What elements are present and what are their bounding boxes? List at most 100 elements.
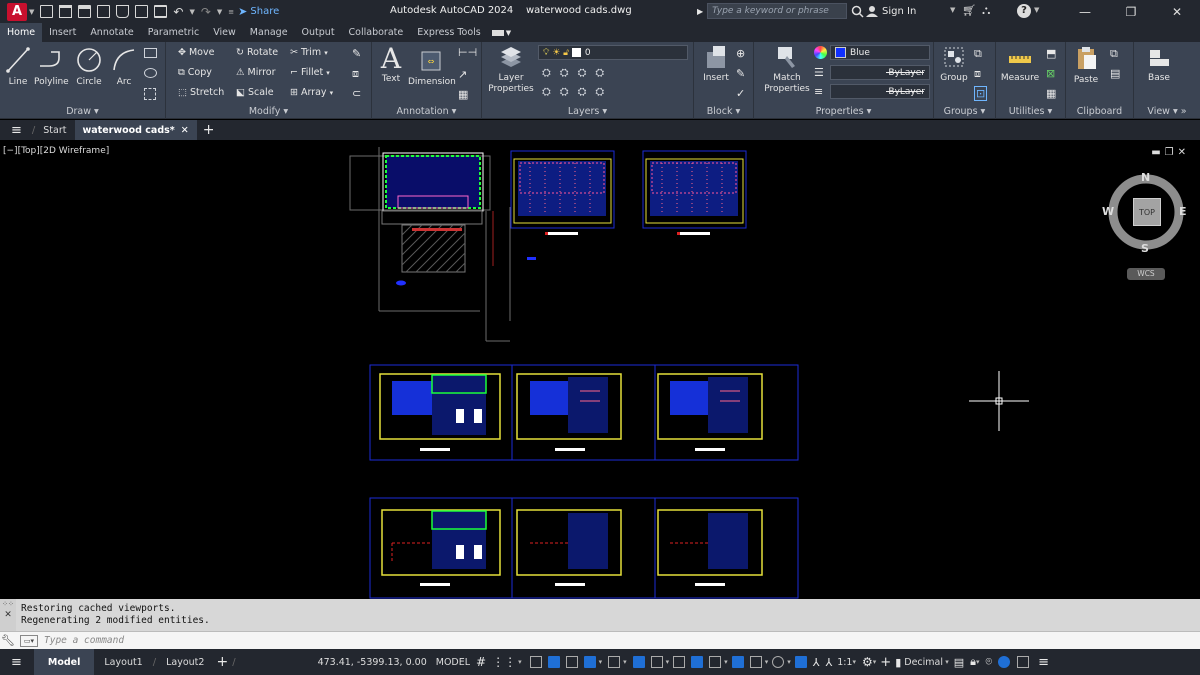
- trim-button[interactable]: ✂ Trim ▾: [290, 47, 328, 58]
- plot-icon[interactable]: [135, 5, 149, 18]
- calculator-icon[interactable]: ▦: [1046, 87, 1056, 100]
- block-panel-title[interactable]: Block ▾: [694, 106, 753, 117]
- tab-parametric[interactable]: Parametric: [141, 23, 206, 42]
- hatch-icon[interactable]: [144, 88, 156, 100]
- workspace-gear-icon[interactable]: ⚙: [862, 655, 873, 669]
- help-icon[interactable]: ?: [1017, 4, 1031, 18]
- command-window-handle[interactable]: ⁘⁘ ✕: [0, 599, 16, 631]
- object-snap-icon[interactable]: [650, 656, 663, 668]
- redo-icon[interactable]: ↷: [201, 5, 211, 19]
- groups-panel-title[interactable]: Groups ▾: [934, 106, 995, 117]
- tab-express-tools[interactable]: Express Tools: [410, 23, 488, 42]
- match-properties-button[interactable]: Match Properties: [760, 44, 814, 95]
- close-icon[interactable]: ✕: [1154, 0, 1200, 23]
- line-button[interactable]: Line: [4, 46, 32, 88]
- paste-button[interactable]: Paste: [1068, 44, 1104, 86]
- lock-ui-caret-icon[interactable]: ▾: [976, 658, 980, 666]
- undo-icon[interactable]: ↶: [173, 5, 183, 19]
- annotation-visibility-icon[interactable]: [794, 656, 807, 668]
- move-button[interactable]: ✥ Move: [178, 47, 214, 58]
- customize-command-icon[interactable]: 🔧︎: [0, 634, 16, 647]
- copy-clip-icon[interactable]: ⧉: [1110, 47, 1118, 61]
- linetype-icon[interactable]: ≡: [814, 85, 823, 98]
- lineweight-dropdown[interactable]: ByLayer: [830, 84, 930, 99]
- undo-caret-icon[interactable]: ▼: [189, 8, 194, 16]
- model-space-toggle[interactable]: MODEL: [433, 649, 473, 675]
- viewcube-top-face[interactable]: TOP: [1133, 198, 1161, 226]
- compass-north[interactable]: N: [1141, 171, 1150, 184]
- annotation-scale-alt-icon[interactable]: ⅄: [825, 656, 832, 669]
- compass-east[interactable]: E: [1179, 205, 1187, 218]
- model-tab[interactable]: Model: [33, 649, 95, 675]
- more-caret-icon[interactable]: ▼: [950, 6, 955, 14]
- group-button[interactable]: Group: [936, 44, 972, 84]
- gizmo-caret-icon[interactable]: ▾: [765, 658, 769, 666]
- lineweight-toggle-icon[interactable]: [673, 656, 686, 668]
- modify-panel-title[interactable]: Modify ▾: [166, 106, 371, 117]
- search-icon[interactable]: [851, 5, 864, 18]
- save-icon[interactable]: [78, 5, 92, 18]
- save-as-icon[interactable]: [97, 5, 111, 18]
- layer-properties-button[interactable]: Layer Properties: [486, 44, 536, 95]
- share-button[interactable]: ➤ Share: [238, 5, 279, 18]
- annotation-scale-icon[interactable]: ⅄: [813, 656, 820, 669]
- grid-icon[interactable]: #: [476, 655, 486, 669]
- tab-output[interactable]: Output: [295, 23, 342, 42]
- coordinate-readout[interactable]: 473.41, -5399.13, 0.00: [312, 649, 433, 675]
- offset-icon[interactable]: ⊂: [352, 87, 361, 100]
- quick-properties-icon[interactable]: ▤: [954, 656, 964, 669]
- fillet-button[interactable]: ⌐ Fillet ▾: [290, 67, 330, 78]
- copy-button[interactable]: ⧉ Copy: [178, 67, 212, 78]
- erase-icon[interactable]: ✎: [352, 47, 361, 60]
- block-attributes-icon[interactable]: ✓: [736, 87, 745, 100]
- create-block-icon[interactable]: ⊕: [736, 47, 745, 60]
- sign-in-button[interactable]: Sign In: [866, 5, 916, 17]
- start-tab[interactable]: Start: [35, 120, 74, 140]
- close-command-icon[interactable]: ✕: [0, 608, 16, 620]
- tab-collaborate[interactable]: Collaborate: [342, 23, 411, 42]
- table-icon[interactable]: ▦: [458, 88, 468, 101]
- transparency-icon[interactable]: [691, 656, 704, 668]
- layout1-tab[interactable]: Layout1: [94, 649, 152, 675]
- help-caret-icon[interactable]: ▼: [1034, 6, 1039, 14]
- osnap-caret-icon[interactable]: ▾: [666, 658, 670, 666]
- layers-panel-title[interactable]: Layers ▾: [482, 106, 693, 117]
- explode-icon[interactable]: ⧈: [352, 67, 359, 81]
- quick-select-icon[interactable]: ⊠: [1046, 67, 1055, 80]
- gizmo-icon[interactable]: [749, 656, 762, 668]
- restore-icon[interactable]: ❐: [1108, 0, 1154, 23]
- leader-icon[interactable]: ↗: [458, 68, 467, 81]
- polyline-button[interactable]: Polyline: [34, 46, 69, 88]
- recent-commands-icon[interactable]: ▭▾: [20, 634, 38, 647]
- open-web-icon[interactable]: [116, 5, 130, 18]
- tab-view[interactable]: View: [206, 23, 243, 42]
- customization-icon[interactable]: ≡: [1038, 655, 1049, 670]
- draw-panel-title[interactable]: Draw ▾: [0, 106, 165, 117]
- dynamic-input-icon[interactable]: [547, 656, 560, 668]
- snap-icon[interactable]: ⋮⋮: [492, 655, 516, 669]
- annotation-caret-icon[interactable]: ▾: [787, 658, 791, 666]
- units-dropdown[interactable]: Decimal ▾: [901, 649, 952, 675]
- cart-icon[interactable]: 🛒︎: [962, 4, 976, 17]
- view-panel-title[interactable]: View ▾ »: [1134, 106, 1200, 117]
- layer-dropdown[interactable]: 💡︎ ☀ 🔓︎ 0: [538, 45, 688, 60]
- selection-caret-icon[interactable]: ▾: [724, 658, 728, 666]
- circle-button[interactable]: Circle: [74, 46, 104, 88]
- mirror-button[interactable]: ⚠ Mirror: [236, 67, 276, 78]
- measure-button[interactable]: Measure: [998, 48, 1042, 84]
- arc-button[interactable]: Arc: [110, 46, 138, 88]
- 3d-osnap-icon[interactable]: [731, 656, 744, 668]
- tab-manage[interactable]: Manage: [243, 23, 295, 42]
- polar-caret-icon[interactable]: ▾: [599, 658, 603, 666]
- app-logo[interactable]: A: [7, 2, 27, 21]
- color-dropdown[interactable]: Blue: [830, 45, 930, 60]
- close-tab-icon[interactable]: ✕: [181, 125, 189, 136]
- workspace-caret-icon[interactable]: ▾: [873, 658, 877, 666]
- new-file-icon[interactable]: [40, 5, 54, 18]
- ribbon-toggle-caret-icon[interactable]: ▼: [506, 29, 511, 37]
- new-tab-icon[interactable]: +: [203, 122, 215, 138]
- ortho-icon[interactable]: [565, 656, 578, 668]
- tab-home[interactable]: Home: [0, 23, 43, 42]
- properties-panel-title[interactable]: Properties ▾: [754, 106, 933, 117]
- compass-west[interactable]: W: [1102, 205, 1114, 218]
